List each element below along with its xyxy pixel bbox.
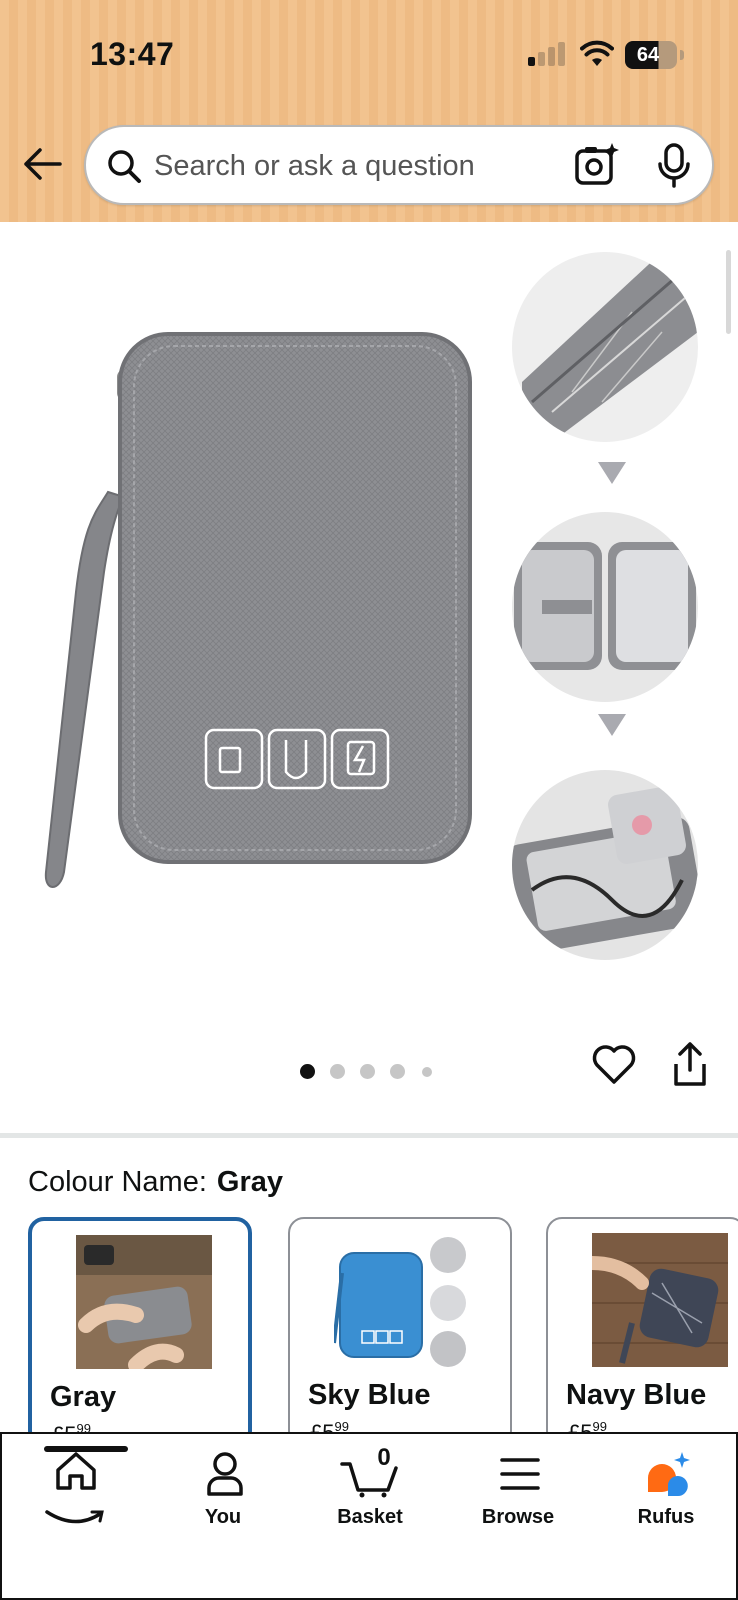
heart-icon[interactable] (592, 1044, 636, 1086)
product-image-gallery[interactable] (0, 222, 738, 1134)
nav-tab-home[interactable] (14, 1446, 134, 1540)
pagination-dot[interactable] (300, 1064, 315, 1079)
back-arrow-icon[interactable] (20, 142, 64, 186)
person-icon (207, 1452, 243, 1496)
nav-tab-browse[interactable]: Browse (458, 1450, 578, 1540)
battery-tip (680, 50, 684, 60)
battery-icon: 64 (625, 41, 677, 69)
swatch-image-sky-blue (334, 1233, 470, 1367)
amazon-smile-icon (45, 1510, 104, 1524)
nav-tab-you[interactable]: You (163, 1450, 283, 1540)
home-icon (56, 1452, 96, 1490)
swatch-name: Gray (50, 1381, 117, 1413)
cart-count: 0 (377, 1444, 391, 1471)
share-icon[interactable] (670, 1040, 710, 1088)
colour-name-label: Colour Name: Gray (28, 1166, 283, 1199)
detail-image-interior[interactable] (512, 512, 698, 702)
nav-tab-rufus[interactable]: Rufus (606, 1450, 726, 1540)
wifi-icon (580, 40, 614, 66)
search-icon (108, 150, 141, 183)
header-area: 13:47 64 Search or ask a question (0, 0, 738, 222)
pagination-dot[interactable] (390, 1064, 405, 1079)
colour-label-text: Colour Name: (28, 1166, 207, 1198)
search-input[interactable]: Search or ask a question (154, 149, 475, 183)
nav-label: You (204, 1506, 242, 1528)
scroll-indicator (726, 250, 731, 334)
section-divider (0, 1133, 738, 1138)
bottom-navigation-bar: You 0 Basket Browse Rufus (0, 1432, 738, 1600)
status-bar: 13:47 64 (0, 0, 738, 110)
pagination-dot[interactable] (330, 1064, 345, 1079)
detail-image-contents[interactable] (512, 770, 698, 960)
selected-colour-value: Gray (216, 1166, 284, 1198)
pagination-dot[interactable] (422, 1067, 432, 1077)
cellular-signal-icon (528, 42, 568, 66)
search-bar[interactable]: Search or ask a question (84, 125, 714, 205)
colour-option-sky-blue[interactable]: Sky Blue £599 (288, 1217, 512, 1447)
nav-label: Basket (337, 1506, 403, 1528)
image-pagination-dots[interactable] (300, 1062, 440, 1082)
nav-label: Rufus (637, 1506, 695, 1528)
colour-option-navy-blue[interactable]: Navy Blue £599 (546, 1217, 738, 1447)
swatch-name: Sky Blue (308, 1379, 431, 1411)
detail-image-fabric[interactable] (512, 252, 698, 442)
colour-option-gray[interactable]: Gray £599 (28, 1217, 252, 1447)
chevron-down-icon (598, 462, 626, 484)
product-main-image[interactable] (36, 332, 476, 902)
nav-label: Browse (481, 1506, 555, 1528)
pagination-dot[interactable] (360, 1064, 375, 1079)
swatch-image-navy-blue (592, 1233, 728, 1367)
battery-level: 64 (636, 44, 660, 66)
rufus-icon (648, 1452, 690, 1496)
swatch-name: Navy Blue (566, 1379, 707, 1411)
camera-search-icon[interactable] (574, 141, 620, 189)
microphone-icon[interactable] (656, 142, 692, 188)
swatch-image-gray (76, 1235, 212, 1369)
status-time: 13:47 (90, 36, 175, 72)
menu-icon (500, 1458, 540, 1490)
nav-tab-basket[interactable]: 0 Basket (310, 1444, 430, 1540)
chevron-down-icon (598, 714, 626, 736)
